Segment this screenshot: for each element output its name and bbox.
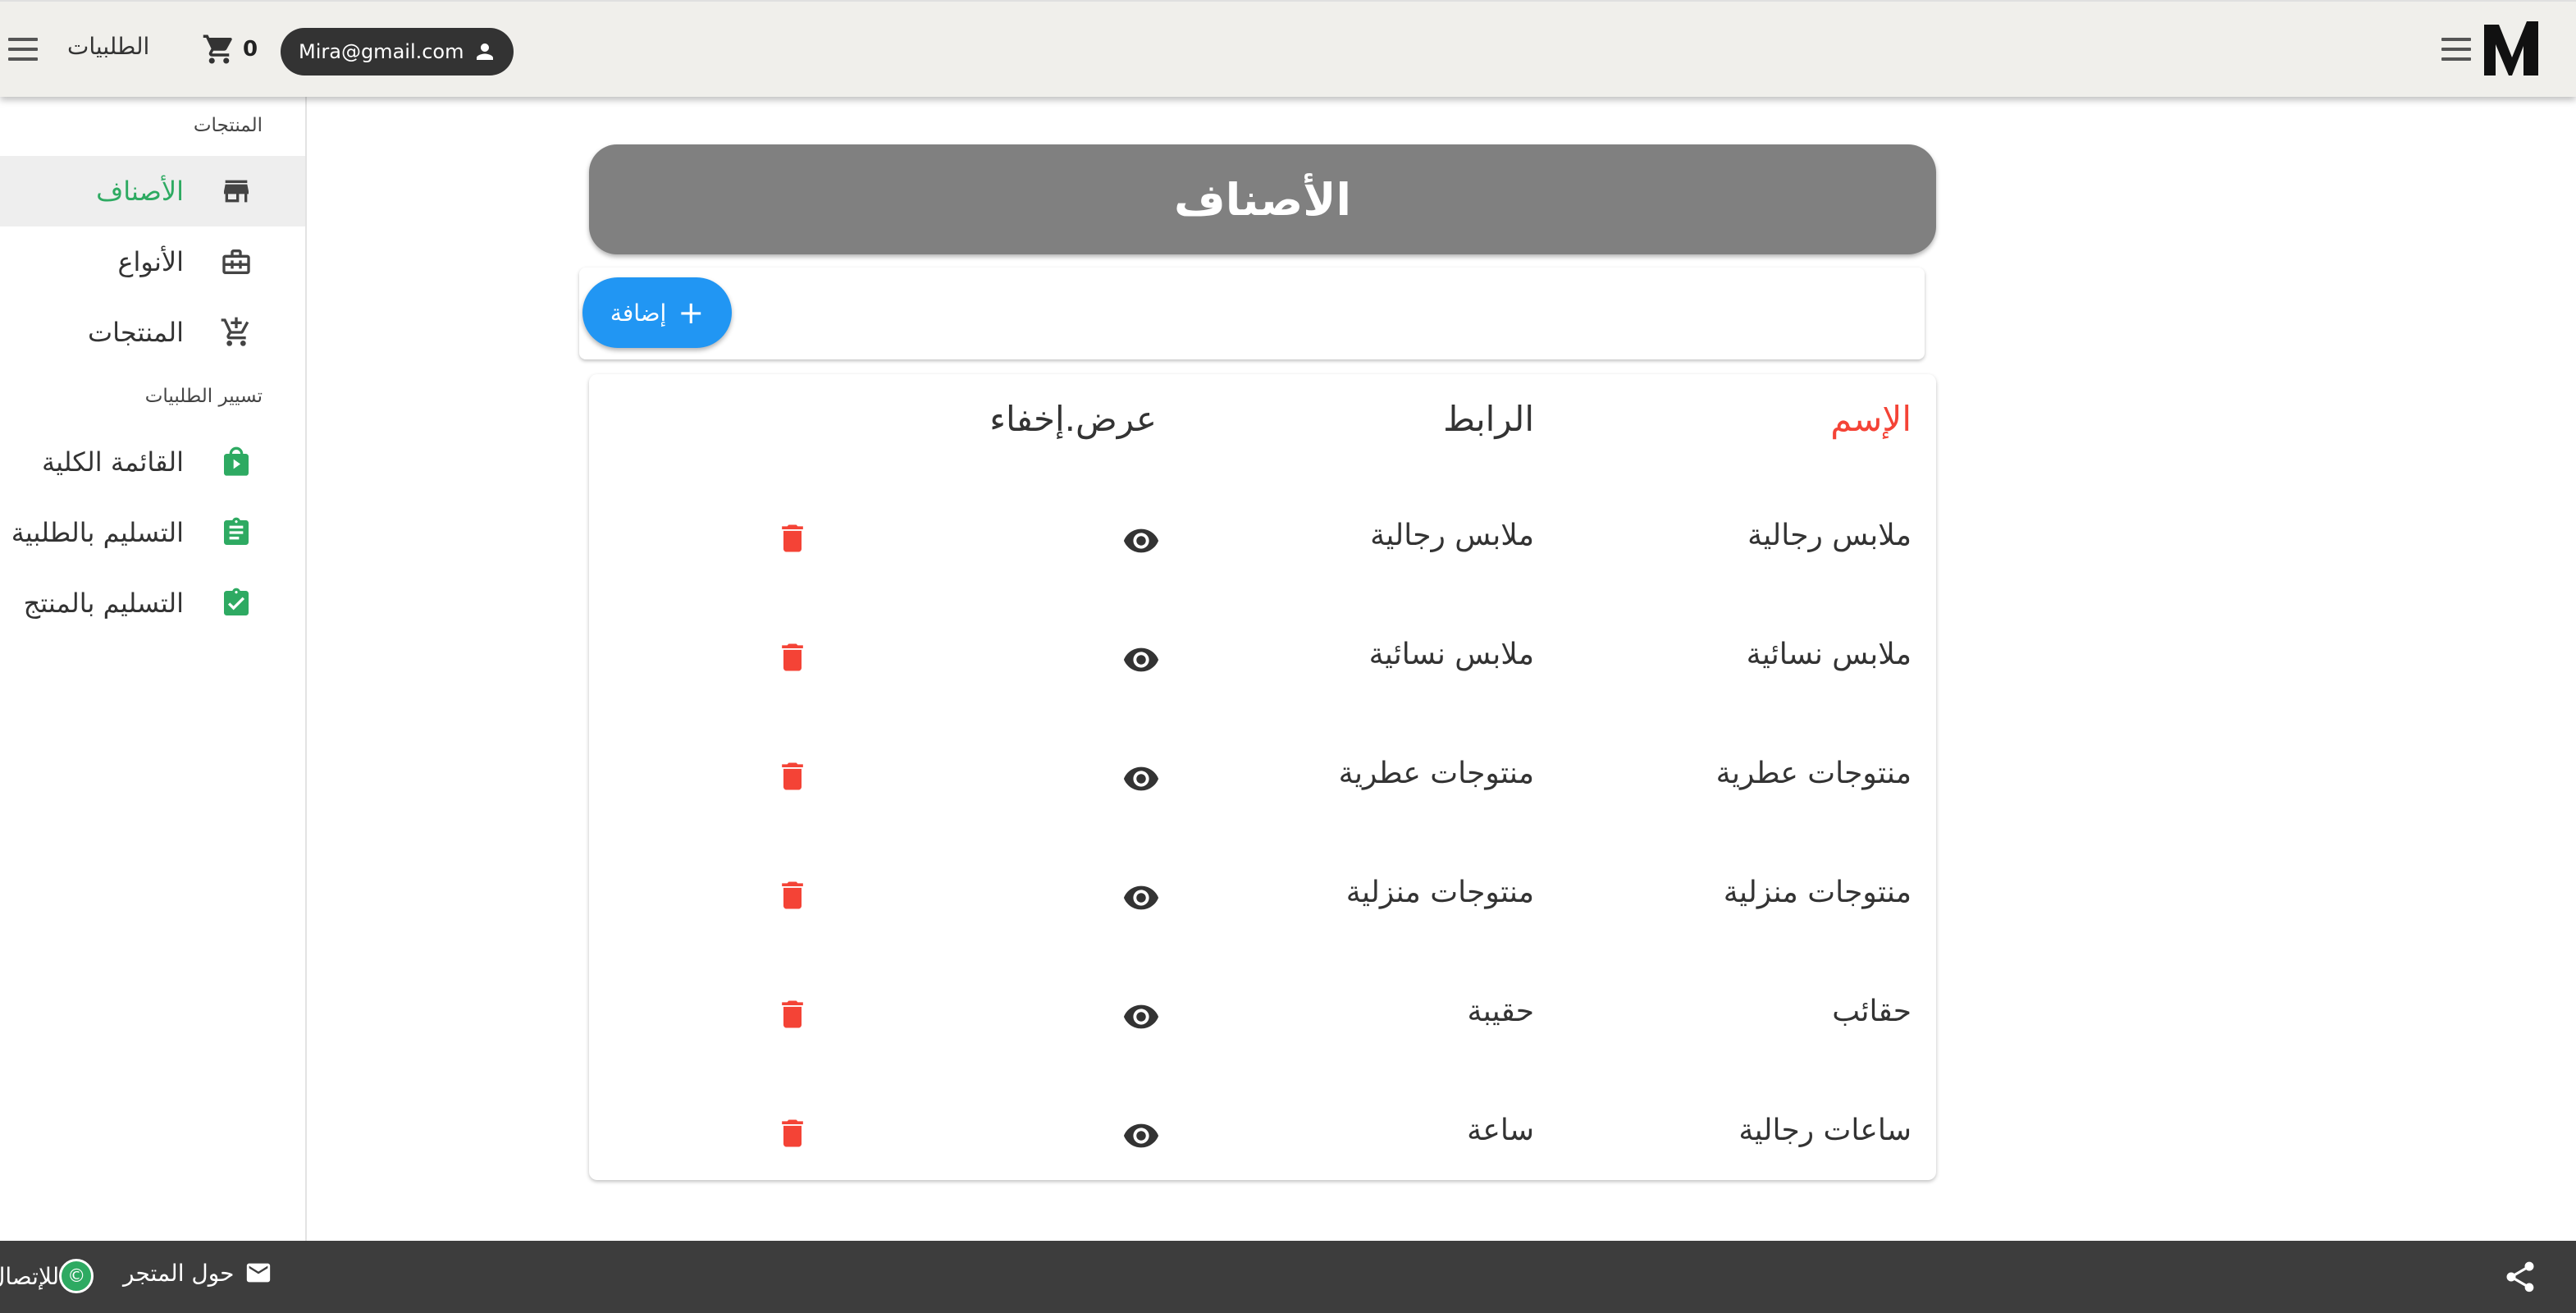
clipboard-list-icon <box>224 517 249 545</box>
sidebar-item-label: القائمة الكلية <box>41 446 184 478</box>
table-row: ساعات رجالية ساعة <box>589 1081 1936 1200</box>
table-row: حقائب حقيبة <box>589 962 1936 1081</box>
sidebar-item-label: الأنواع <box>117 246 184 277</box>
sidebar-item-products[interactable]: المنتجات <box>0 297 305 368</box>
contact-link[interactable]: © للإتصال <box>0 1259 97 1293</box>
trash-icon[interactable] <box>774 757 811 796</box>
category-name: ملابس نسائية <box>1746 638 1911 671</box>
eye-icon[interactable] <box>1122 641 1160 679</box>
trash-icon[interactable] <box>774 995 811 1034</box>
mail-icon <box>246 1263 270 1283</box>
trash-icon[interactable] <box>774 638 811 677</box>
trash-icon[interactable] <box>774 1114 811 1153</box>
trash-icon[interactable] <box>774 876 811 915</box>
category-link: حقيبة <box>1467 995 1535 1028</box>
copyright-icon: © <box>59 1259 94 1293</box>
footer: حول المتجر © للإتصال <box>0 1241 2576 1313</box>
category-link: منتوجات منزلية <box>1345 876 1534 909</box>
shopping-cart-icon <box>203 34 232 64</box>
eye-icon[interactable] <box>1122 760 1160 798</box>
category-name: منتوجات منزلية <box>1723 876 1911 909</box>
category-link: ملابس نسائية <box>1368 638 1534 671</box>
briefcase-icon <box>222 249 250 274</box>
sidebar-section-orders: تسيير الطلبيات <box>144 386 263 407</box>
sidebar-item-label: التسليم بالمنتج <box>23 588 184 619</box>
eye-icon[interactable] <box>1122 998 1160 1036</box>
eye-icon[interactable] <box>1122 1117 1160 1155</box>
about-label: حول المتجر <box>123 1259 235 1287</box>
orders-link[interactable]: الطلبيات <box>67 33 149 60</box>
sidebar-item-types[interactable]: الأنواع <box>0 226 305 297</box>
category-link: منتوجات عطرية <box>1338 757 1534 790</box>
table-row: منتوجات عطرية منتوجات عطرية <box>589 724 1936 843</box>
plus-icon: + <box>678 295 705 331</box>
sidebar-item-delivery-by-product[interactable]: التسليم بالمنتج <box>0 568 305 638</box>
column-header-visibility: عرض.إخفاء <box>989 399 1157 439</box>
cart-count: 0 <box>243 37 258 62</box>
shopping-bag-icon <box>224 446 249 476</box>
hamburger-menu-icon[interactable] <box>8 38 38 62</box>
category-name: ملابس رجالية <box>1747 519 1911 552</box>
categories-table: الإسم الرابط عرض.إخفاء ملابس رجالية ملاب… <box>589 374 1936 1180</box>
sidebar: المنتجات الأصناف الأنواع المنتجات تسيير … <box>0 97 307 1241</box>
sidebar-section-products: المنتجات <box>193 115 263 136</box>
category-link: ساعة <box>1467 1114 1534 1147</box>
top-app-bar: الطلبيات 0 Mira@gmail.com <box>0 0 2576 97</box>
contact-label: للإتصال <box>0 1262 60 1290</box>
category-link: ملابس رجالية <box>1370 519 1534 552</box>
toolbar: إضافة + <box>579 268 1925 359</box>
sidebar-item-label: الأصناف <box>96 176 184 207</box>
column-header-name[interactable]: الإسم <box>1830 399 1911 439</box>
table-row: ملابس نسائية ملابس نسائية <box>589 605 1936 724</box>
trash-icon[interactable] <box>774 519 811 558</box>
table-row: ملابس رجالية ملابس رجالية <box>589 486 1936 605</box>
add-category-button[interactable]: إضافة + <box>582 277 732 348</box>
sidebar-item-label: المنتجات <box>88 317 184 348</box>
page-header: الأصناف <box>589 144 1936 254</box>
about-store-link[interactable]: حول المتجر <box>123 1259 272 1287</box>
sidebar-item-delivery-by-order[interactable]: التسليم بالطلبية <box>0 497 305 568</box>
category-name: حقائب <box>1832 995 1911 1028</box>
user-email: Mira@gmail.com <box>299 40 464 63</box>
add-button-label: إضافة <box>610 299 667 327</box>
eye-icon[interactable] <box>1122 522 1160 560</box>
main-menu-icon[interactable] <box>2441 38 2471 62</box>
table-row: منتوجات منزلية منتوجات منزلية <box>589 843 1936 962</box>
person-icon <box>476 43 493 60</box>
sidebar-item-label: التسليم بالطلبية <box>11 517 184 548</box>
clipboard-check-icon <box>224 588 249 615</box>
cart-button[interactable]: 0 <box>202 31 258 67</box>
share-icon[interactable] <box>2502 1259 2538 1295</box>
category-name: ساعات رجالية <box>1738 1114 1911 1147</box>
sidebar-item-all-list[interactable]: القائمة الكلية <box>0 427 305 497</box>
brand-logo[interactable] <box>2481 18 2543 80</box>
sidebar-item-categories[interactable]: الأصناف <box>0 156 305 226</box>
category-name: منتوجات عطرية <box>1715 757 1911 790</box>
eye-icon[interactable] <box>1122 879 1160 917</box>
store-icon <box>224 180 249 203</box>
user-account-chip[interactable]: Mira@gmail.com <box>281 28 514 75</box>
column-header-link: الرابط <box>1443 399 1534 439</box>
page-title: الأصناف <box>1174 173 1351 226</box>
cart-plus-icon <box>221 317 249 346</box>
